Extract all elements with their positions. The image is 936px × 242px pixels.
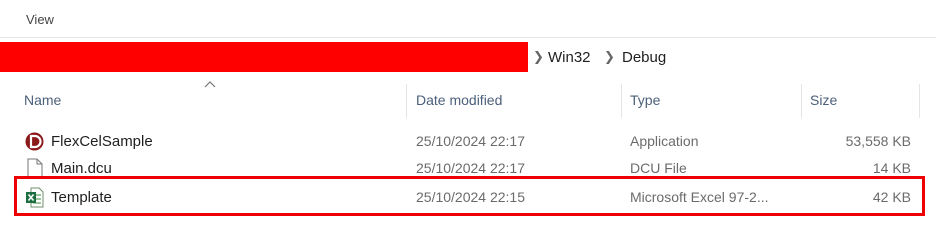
file-name: FlexCelSample	[51, 133, 153, 150]
column-header-type[interactable]: Type	[630, 92, 660, 108]
redacted-path	[0, 42, 528, 72]
file-date: 25/10/2024 22:17	[416, 133, 525, 149]
file-name: Main.dcu	[51, 160, 112, 177]
toolbar: View	[0, 0, 936, 38]
column-divider[interactable]	[621, 84, 622, 118]
toolbar-divider	[0, 37, 936, 38]
column-divider[interactable]	[801, 84, 802, 118]
delphi-app-icon	[25, 132, 44, 151]
view-menu[interactable]: View	[26, 12, 54, 27]
column-header-name[interactable]: Name	[24, 92, 61, 108]
column-divider[interactable]	[919, 84, 920, 118]
column-header-date[interactable]: Date modified	[416, 92, 502, 108]
file-type: Application	[630, 133, 699, 149]
column-divider[interactable]	[406, 84, 407, 118]
file-row-flexcelsample[interactable]: FlexCelSample 25/10/2024 22:17 Applicati…	[0, 128, 936, 156]
column-header-size[interactable]: Size	[810, 92, 837, 108]
file-date: 25/10/2024 22:17	[416, 160, 525, 176]
chevron-right-icon[interactable]: ❯	[533, 49, 544, 65]
column-header-row: Name Date modified Type Size	[0, 84, 936, 118]
file-size: 14 KB	[872, 160, 911, 176]
file-size: 53,558 KB	[845, 133, 911, 149]
breadcrumb-win32[interactable]: Win32	[548, 49, 591, 66]
address-bar[interactable]: ❯ Win32 ❯ Debug	[0, 40, 936, 78]
breadcrumb-debug[interactable]: Debug	[622, 49, 666, 66]
chevron-right-icon[interactable]: ❯	[604, 49, 615, 65]
file-type: DCU File	[630, 160, 687, 176]
highlight-annotation	[14, 176, 925, 216]
